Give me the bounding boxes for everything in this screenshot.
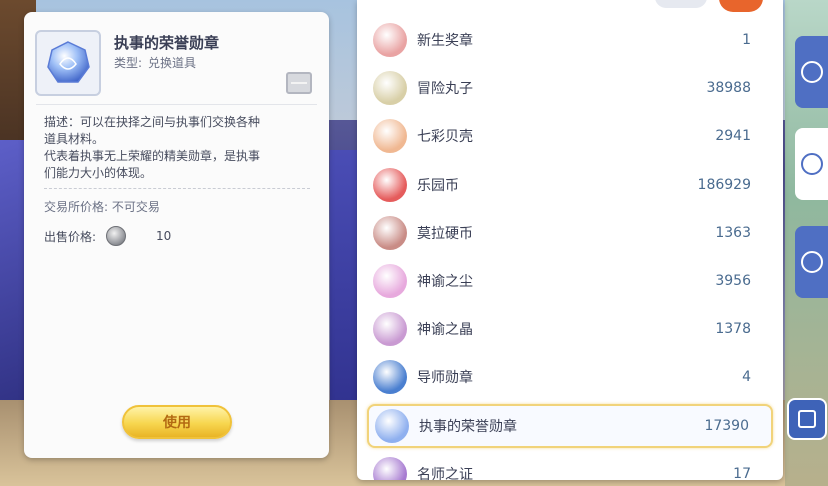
list-item[interactable]: 名师之证 17 — [367, 452, 773, 480]
money-bag-icon — [800, 153, 823, 175]
item-count: 17 — [733, 465, 751, 480]
hexagram-icon — [800, 251, 823, 273]
zeny-coin-icon — [106, 226, 127, 246]
money-bag-tab[interactable] — [795, 128, 828, 200]
collapse-button[interactable] — [787, 398, 827, 440]
item-name: 乐园币 — [417, 177, 459, 194]
item-type-value: 兑换道具 — [148, 56, 197, 70]
item-name: 冒险丸子 — [417, 81, 473, 98]
item-name: 莫拉硬币 — [417, 225, 473, 242]
item-name: 执事的荣誉勋章 — [419, 418, 517, 435]
description-line: 代表着执事无上荣耀的精美勋章，是执事 — [44, 149, 261, 163]
sell-price-label: 出售价格: — [44, 229, 97, 244]
master-certificate-icon — [373, 456, 407, 480]
item-type-label: 类型: — [114, 56, 143, 70]
item-name: 导师勋章 — [417, 370, 473, 387]
item-name: 执事的荣誉勋章 — [114, 34, 220, 52]
orange-tab[interactable] — [719, 0, 763, 12]
item-count: 17390 — [704, 417, 749, 434]
inbox-icon[interactable] — [286, 72, 312, 94]
item-name: 新生奖章 — [417, 33, 473, 49]
list-item[interactable]: 冒险丸子 38988 — [367, 66, 773, 110]
shell-icon — [373, 119, 407, 154]
item-count: 3956 — [715, 273, 751, 289]
item-name: 神谕之晶 — [417, 322, 473, 339]
item-count: 2941 — [715, 128, 751, 145]
item-name: 名师之证 — [417, 466, 473, 480]
use-button[interactable]: 使用 — [122, 405, 232, 439]
item-count: 38988 — [706, 80, 751, 97]
item-name: 七彩贝壳 — [417, 129, 473, 146]
item-count: 1378 — [715, 321, 751, 338]
description-line: 们能力大小的体现。 — [44, 166, 153, 180]
butler-medal-icon — [47, 41, 90, 83]
item-icon-frame — [35, 30, 101, 96]
list-item[interactable]: 新生奖章 1 — [367, 18, 773, 62]
item-count: 186929 — [697, 176, 751, 193]
item-detail-panel: 执事的荣誉勋章 类型: 兑换道具 描述：可以在抉择之间与执事们交换各种 道具材料。… — [24, 12, 329, 458]
item-count: 4 — [742, 369, 751, 386]
list-item[interactable]: 乐园币 186929 — [367, 163, 773, 207]
item-type: 类型: 兑换道具 — [114, 54, 196, 71]
dango-icon — [373, 71, 407, 106]
trade-price: 交易所价格: 不可交易 — [44, 198, 160, 215]
sell-price-value: 10 — [156, 229, 172, 243]
description-line: 道具材料。 — [44, 132, 105, 146]
mora-coin-icon — [373, 215, 407, 250]
trade-price-value: 不可交易 — [111, 200, 160, 214]
park-coin-icon — [373, 167, 407, 202]
item-count: 1 — [742, 32, 751, 48]
trade-price-label: 交易所价格: — [44, 200, 109, 214]
mentor-medal-icon — [373, 360, 407, 395]
list-item[interactable]: 神谕之尘 3956 — [367, 259, 773, 303]
backpack-icon — [800, 61, 823, 83]
item-count: 1363 — [715, 224, 751, 241]
list-item[interactable]: 七彩贝壳 2941 — [367, 114, 773, 158]
oracle-crystal-icon — [373, 312, 407, 347]
divider — [36, 104, 317, 105]
arrow-in-icon — [798, 410, 816, 428]
tab-pill[interactable] — [655, 0, 707, 8]
badge-icon — [373, 23, 407, 57]
oracle-dust-icon — [373, 264, 407, 298]
butler-medal-icon — [375, 408, 409, 443]
dotted-divider — [44, 188, 310, 189]
list-item[interactable]: 执事的荣誉勋章 17390 — [367, 403, 773, 448]
item-description: 描述：可以在抉择之间与执事们交换各种 道具材料。 代表着执事无上荣耀的精美勋章，… — [44, 114, 314, 182]
list-item[interactable]: 莫拉硬币 1363 — [367, 211, 773, 255]
list-item[interactable]: 导师勋章 4 — [367, 355, 773, 399]
hexagram-tab[interactable] — [795, 226, 828, 298]
sell-price: 出售价格: 10 — [44, 226, 171, 246]
item-name: 神谕之尘 — [417, 274, 473, 290]
backpack-tab[interactable] — [795, 36, 828, 108]
item-list-panel: 新生奖章 1 冒险丸子 38988 七彩贝壳 2941 乐园币 186929 莫拉硬币 1363 神… — [357, 0, 783, 480]
list-item[interactable]: 神谕之晶 1378 — [367, 307, 773, 351]
description-line: 描述：可以在抉择之间与执事们交换各种 — [44, 115, 261, 129]
